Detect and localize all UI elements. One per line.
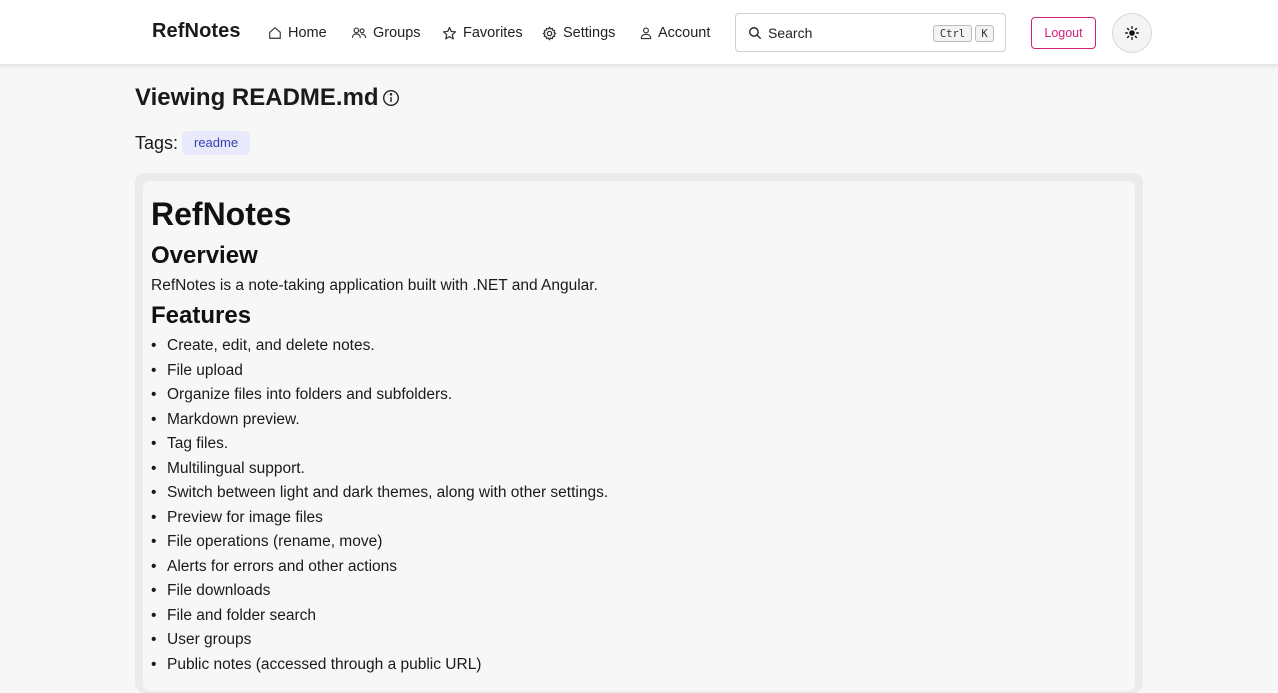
features-list: • Create, edit, and delete notes. • File u… (151, 336, 608, 679)
list-item: • Public notes (accessed through a public… (151, 655, 482, 673)
list-item-text: File downloads (167, 582, 271, 599)
nav-label-favorites: Favorites (463, 25, 523, 41)
list-item-text: User groups (167, 631, 252, 648)
list-item: • File upload (151, 361, 243, 379)
list-item: • Multilingual support. (151, 459, 305, 477)
list-item: • File and folder search (151, 606, 317, 624)
list-item-text: Public notes (accessed through a public … (167, 655, 482, 673)
list-item: • Create, edit, and delete notes. (151, 337, 375, 354)
list-item-text: Switch between light and dark themes, al… (167, 484, 609, 501)
nav-label-groups: Groups (373, 25, 421, 41)
nav-item-groups[interactable]: Groups (351, 23, 421, 43)
list-item-text: File and folder search (167, 606, 317, 624)
home-icon (269, 26, 281, 39)
nav-label-account: Account (658, 25, 711, 41)
list-item-text: Markdown preview. (167, 410, 300, 428)
sun-icon (1125, 26, 1139, 40)
list-item-text: Tag files. (167, 435, 229, 452)
page-title: Viewing README.md (135, 84, 379, 111)
list-item: • Switch between light and dark themes, a… (151, 484, 609, 501)
shortcut-key-ctrl: Ctrl (933, 25, 972, 42)
list-item-text: Alerts for errors and other actions (167, 557, 398, 575)
list-item: • Organize files into folders and subfold… (151, 386, 453, 403)
star-icon (442, 26, 457, 39)
nav-item-favorites[interactable]: Favorites (442, 23, 523, 43)
nav-label-settings: Settings (563, 25, 616, 41)
nav-item-settings[interactable]: Settings (542, 23, 615, 43)
list-item: • Alerts for errors and other actions (151, 557, 398, 575)
search-label: Search (768, 25, 813, 41)
nav-item-account[interactable]: Account (640, 23, 710, 43)
list-item: • File downloads (151, 582, 271, 599)
shortcut-key-k: K (975, 25, 994, 42)
markdown-heading-overview: Overview (151, 242, 258, 269)
brand-logo[interactable]: RefNotes (152, 20, 241, 43)
info-icon[interactable] (382, 89, 400, 107)
theme-toggle-button[interactable] (1112, 13, 1152, 53)
logout-button[interactable]: Logout (1031, 17, 1096, 49)
list-item-text: Organize files into folders and subfolde… (167, 386, 453, 403)
list-item: • Preview for image files (151, 508, 323, 526)
list-item-text: File upload (167, 361, 243, 379)
user-icon (640, 27, 652, 40)
search-button[interactable]: Search Ctrl K (735, 13, 1006, 52)
markdown-heading-features: Features (151, 302, 252, 329)
list-item: • Markdown preview. (151, 410, 300, 428)
nav-item-home[interactable]: Home (268, 23, 327, 43)
users-icon (351, 27, 367, 38)
nav-label-home: Home (288, 25, 327, 41)
tags-label: Tags: (135, 133, 179, 153)
search-icon (749, 27, 762, 40)
list-item: • User groups (151, 631, 252, 648)
top-navbar: RefNotes Home Groups Favorites Settings (0, 0, 1278, 65)
list-item-text: Multilingual support. (167, 459, 305, 477)
list-item-text: File operations (rename, move) (167, 533, 383, 550)
tag-chip-readme[interactable]: readme (182, 131, 251, 155)
list-item-text: Create, edit, and delete notes. (167, 337, 375, 354)
markdown-paragraph-overview: RefNotes is a note-taking application bu… (151, 277, 598, 294)
markdown-heading-1: RefNotes (151, 196, 292, 232)
list-item: • Tag files. (151, 435, 229, 452)
list-item: • File operations (rename, move) (151, 533, 383, 550)
list-item-text: Preview for image files (167, 508, 323, 526)
gear-icon (542, 25, 557, 41)
